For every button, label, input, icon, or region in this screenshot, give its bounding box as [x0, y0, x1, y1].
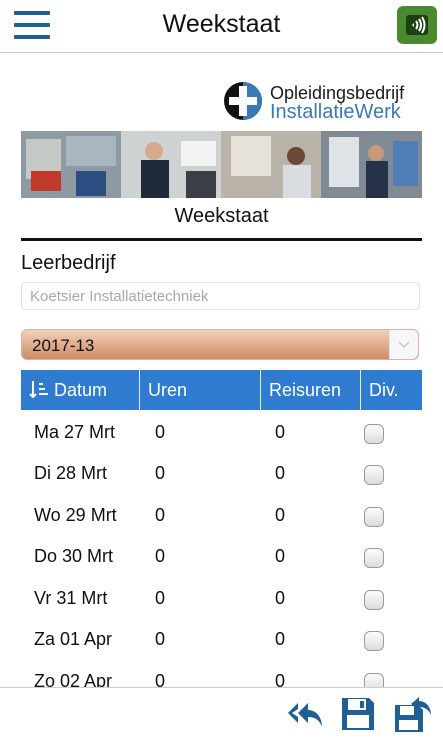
- div-checkbox[interactable]: [364, 590, 384, 610]
- row-hours[interactable]: 0: [155, 422, 165, 443]
- reply-all-icon: [288, 703, 322, 727]
- row-date: Vr 31 Mrt: [34, 588, 108, 608]
- div-checkbox[interactable]: [364, 465, 384, 485]
- company-label: Leerbedrijf: [21, 252, 116, 274]
- row-date: Do 30 Mrt: [34, 546, 114, 566]
- table-row[interactable]: Ma 27 Mrt 0 0: [21, 413, 422, 455]
- table-row[interactable]: Di 28 Mrt 0 0: [21, 454, 422, 496]
- column-header-reisuren[interactable]: Reisuren: [261, 370, 361, 410]
- save-icon: [342, 698, 374, 730]
- div-checkbox[interactable]: [364, 631, 384, 651]
- table-row[interactable]: Za 01 Apr 0 0: [21, 620, 422, 662]
- week-select[interactable]: 2017-13: [21, 329, 419, 360]
- table-row[interactable]: Vr 31 Mrt 0 0: [21, 579, 422, 621]
- save-and-send-button[interactable]: [393, 695, 431, 733]
- row-travel-hours[interactable]: 0: [275, 422, 285, 443]
- row-hours[interactable]: 0: [155, 546, 165, 567]
- chevron-down-icon: [398, 341, 410, 349]
- column-header-uren[interactable]: Uren: [140, 370, 261, 410]
- save-and-send-icon: [395, 697, 431, 732]
- row-date: Za 01 Apr: [34, 629, 113, 649]
- company-logo: Opleidingsbedrijf InstallatieWerk: [219, 80, 419, 123]
- div-checkbox[interactable]: [364, 548, 384, 568]
- table-header: Datum Uren Reisuren Div.: [21, 370, 422, 410]
- column-label-reisuren: Reisuren: [269, 380, 342, 400]
- sort-ascending-icon: [29, 381, 48, 399]
- week-select-value: 2017-13: [32, 336, 95, 355]
- banner-photo: [21, 131, 422, 198]
- reply-all-button[interactable]: [286, 695, 324, 733]
- column-header-div[interactable]: Div.: [361, 370, 422, 410]
- nfc-button[interactable]: [397, 6, 437, 44]
- row-travel-hours[interactable]: 0: [275, 463, 285, 484]
- row-date: Di 28 Mrt: [34, 463, 108, 483]
- row-travel-hours[interactable]: 0: [275, 588, 285, 609]
- table-row[interactable]: Do 30 Mrt 0 0: [21, 537, 422, 579]
- column-label-datum: Datum: [54, 380, 108, 400]
- column-label-uren: Uren: [148, 380, 188, 400]
- nfc-wireless-icon: [406, 15, 428, 35]
- column-header-datum[interactable]: Datum: [21, 370, 140, 410]
- page-title: Weekstaat: [162, 10, 281, 38]
- select-arrow: [389, 330, 418, 359]
- row-date: Ma 27 Mrt: [34, 422, 116, 442]
- save-button[interactable]: [339, 695, 377, 733]
- logo-line-2: InstallatieWerk: [270, 101, 401, 123]
- row-travel-hours[interactable]: 0: [275, 546, 285, 567]
- top-bar: Weekstaat: [0, 0, 443, 53]
- row-hours[interactable]: 0: [155, 629, 165, 650]
- logo-mark-icon: [224, 82, 262, 120]
- section-divider: [21, 238, 422, 241]
- company-input[interactable]: [21, 282, 420, 310]
- row-travel-hours[interactable]: 0: [275, 505, 285, 526]
- row-date: Wo 29 Mrt: [34, 505, 117, 525]
- row-travel-hours[interactable]: 0: [275, 629, 285, 650]
- div-checkbox[interactable]: [364, 424, 384, 444]
- row-hours[interactable]: 0: [155, 463, 165, 484]
- table-row[interactable]: Wo 29 Mrt 0 0: [21, 496, 422, 538]
- column-label-div: Div.: [369, 380, 399, 400]
- row-hours[interactable]: 0: [155, 505, 165, 526]
- div-checkbox[interactable]: [364, 507, 384, 527]
- section-title: Weekstaat: [174, 205, 269, 227]
- row-hours[interactable]: 0: [155, 588, 165, 609]
- bottom-toolbar: [0, 687, 443, 739]
